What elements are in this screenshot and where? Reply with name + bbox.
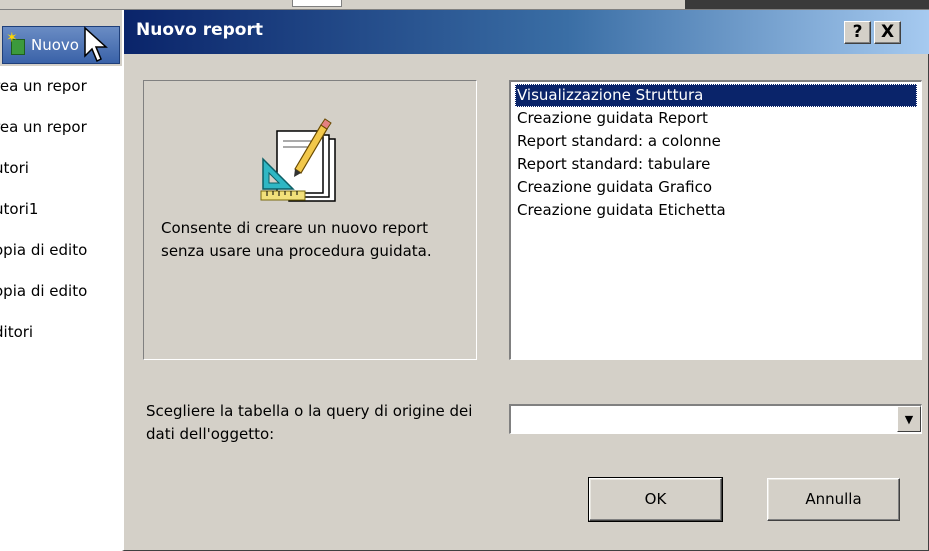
- source-combobox[interactable]: ▼: [509, 404, 922, 434]
- background-tab: [292, 0, 342, 7]
- cancel-button[interactable]: Annulla: [767, 478, 900, 521]
- close-button[interactable]: X: [874, 21, 901, 44]
- ok-button[interactable]: OK: [588, 477, 723, 522]
- background-bar: [685, 0, 929, 9]
- report-type-option[interactable]: Creazione guidata Grafico: [515, 176, 917, 199]
- dialog-titlebar[interactable]: Nuovo report ? X: [124, 10, 929, 54]
- object-list-item[interactable]: rea un repor: [0, 113, 122, 141]
- dropdown-arrow-icon[interactable]: ▼: [897, 406, 921, 432]
- background-window-strip: [0, 0, 929, 10]
- report-type-option[interactable]: Report standard: tabulare: [515, 153, 917, 176]
- report-type-option[interactable]: Visualizzazione Struttura: [515, 84, 917, 107]
- mouse-cursor-icon: [84, 26, 108, 63]
- object-list-item[interactable]: opia di edito: [0, 277, 122, 305]
- object-list-item[interactable]: utori1: [0, 195, 122, 223]
- report-description: Consente di creare un nuovo report senza…: [161, 219, 432, 260]
- new-object-icon: ✶: [6, 30, 27, 55]
- report-type-option[interactable]: Report standard: a colonne: [515, 130, 917, 153]
- object-list-item[interactable]: utori: [0, 154, 122, 182]
- nuovo-label: Nuovo: [31, 36, 79, 54]
- report-type-option[interactable]: Creazione guidata Etichetta: [515, 199, 917, 222]
- preview-panel: Consente di creare un nuovo report senza…: [143, 80, 477, 360]
- object-list-item[interactable]: opia di edito: [0, 236, 122, 264]
- nuovo-report-dialog: Nuovo report ? X Consente di creare un n…: [122, 10, 929, 551]
- object-list-item[interactable]: rea un repor: [0, 72, 122, 100]
- report-design-icon: [260, 118, 336, 202]
- report-type-list[interactable]: Visualizzazione Struttura Creazione guida…: [509, 80, 922, 360]
- dialog-title: Nuovo report: [136, 20, 263, 40]
- help-button[interactable]: ?: [844, 21, 871, 44]
- object-list-item[interactable]: ditori: [0, 318, 122, 346]
- source-label: Scegliere la tabella o la query di origi…: [146, 402, 473, 443]
- report-type-option[interactable]: Creazione guidata Report: [515, 107, 917, 130]
